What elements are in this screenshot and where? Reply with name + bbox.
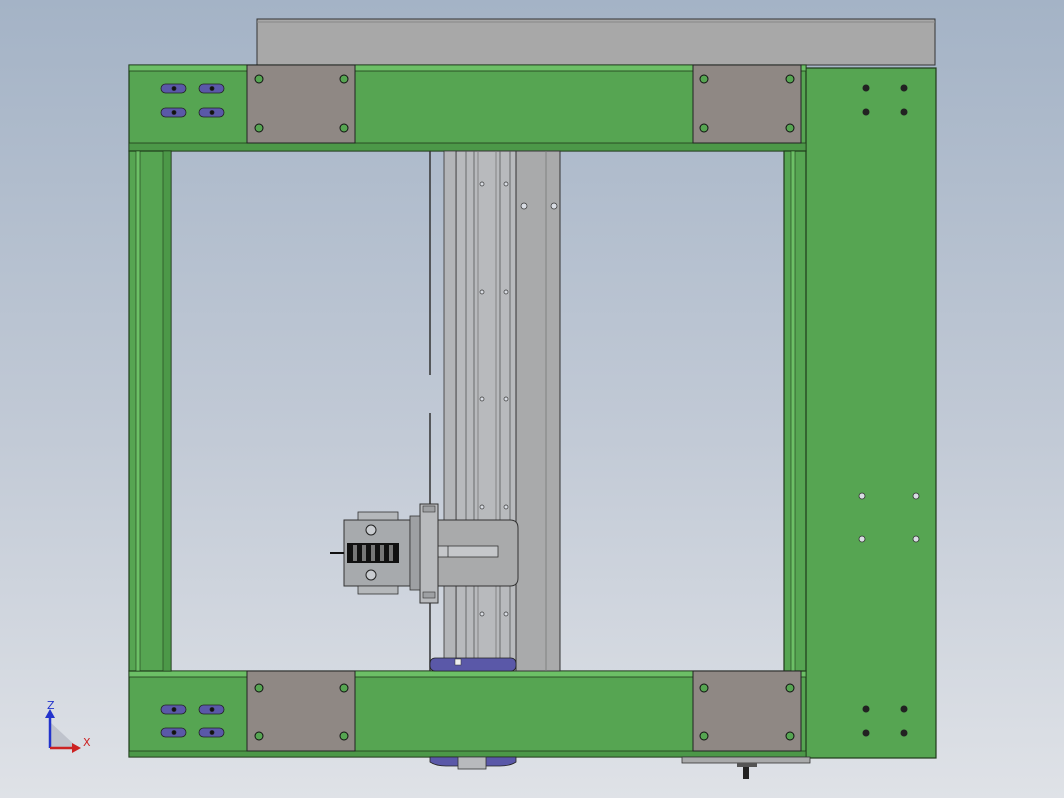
corner-bracket-bottom-right[interactable] [692,670,802,752]
top-rail[interactable] [256,18,936,66]
cad-graphics-viewport[interactable]: Z X [0,0,1064,798]
corner-bracket-top-left[interactable] [246,64,356,144]
coordinate-triad: Z X [45,699,91,753]
vertical-linear-axis[interactable] [429,150,561,672]
corner-bracket-top-right[interactable] [692,64,802,144]
left-post[interactable] [128,150,172,672]
corner-bracket-bottom-left[interactable] [246,670,356,752]
z-axis-label: Z [47,699,55,712]
right-post[interactable] [783,150,807,672]
stepper-motor[interactable] [330,511,421,595]
x-axis-label: X [83,736,91,749]
bottom-motor-mount[interactable] [429,756,517,770]
bottom-right-foot[interactable] [681,756,811,779]
right-side-plate[interactable] [804,67,937,759]
axis-end-cap [429,657,517,672]
